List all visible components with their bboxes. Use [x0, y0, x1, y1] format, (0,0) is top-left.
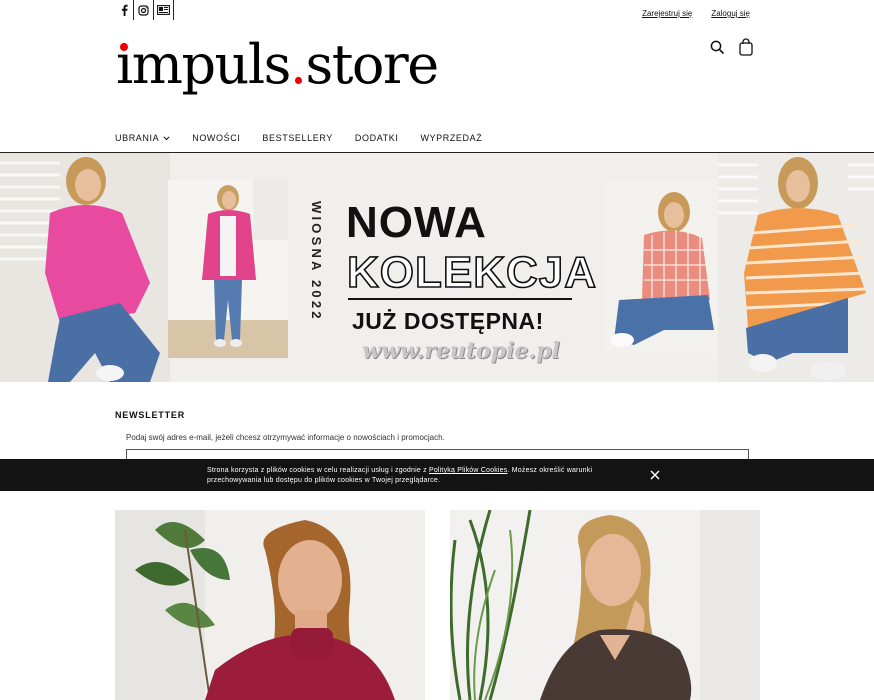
hero-banner[interactable]: WIOSNA 2022 NOWA KOLEKCJA JUŻ DOSTĘPNA! … — [0, 153, 874, 382]
chevron-down-icon — [163, 135, 170, 140]
search-icon[interactable] — [710, 40, 725, 60]
banner-photo-pink-jacket — [168, 180, 288, 358]
nav-item-bestsellery[interactable]: BESTSELLERY — [262, 133, 332, 143]
cookie-text-before: Strona korzysta z plików cookies w celu … — [207, 467, 429, 474]
account-links: Zarejestruj się Zaloguj się — [642, 9, 750, 18]
nav-item-wyprzedaz[interactable]: WYPRZEDAŻ — [420, 133, 482, 143]
newsletter-title: NEWSLETTER — [115, 410, 185, 420]
logo-text-impuls: impuls — [116, 33, 291, 96]
banner-photo-pink-sweater — [0, 153, 170, 382]
nav-item-dodatki[interactable]: DODATKI — [355, 133, 399, 143]
nav-item-ubrania[interactable]: UBRANIA — [115, 133, 170, 143]
cookie-policy-link[interactable]: Polityką Plików Cookies — [429, 467, 508, 474]
product-image — [450, 510, 760, 700]
nav-label-ubrania: UBRANIA — [115, 133, 160, 143]
social-links — [114, 0, 174, 20]
header-actions — [710, 38, 753, 61]
cookie-bar: Strona korzysta z plików cookies w celu … — [0, 459, 874, 491]
close-icon[interactable] — [648, 468, 662, 482]
register-link[interactable]: Zarejestruj się — [642, 9, 692, 18]
product-card-brown-blouse[interactable] — [450, 510, 760, 700]
cart-icon[interactable] — [739, 38, 753, 61]
logo-dot: . — [289, 33, 307, 96]
banner-headline-kolekcja: KOLEKCJA — [346, 247, 598, 298]
nav-item-nowosci[interactable]: NOWOŚCI — [192, 133, 240, 143]
banner-watermark-url: www.reutopie.pl — [362, 338, 560, 364]
banner-divider — [348, 298, 572, 300]
facebook-icon[interactable] — [114, 0, 134, 20]
instagram-icon[interactable] — [134, 0, 154, 20]
login-link[interactable]: Zaloguj się — [711, 9, 750, 18]
banner-headline-nowa: NOWA — [346, 198, 487, 247]
logo-text-store: store — [305, 33, 439, 96]
cookie-text: Strona korzysta z plików cookies w celu … — [207, 466, 627, 486]
newsletter-description: Podaj swój adres e-mail, jeżeli chcesz o… — [126, 433, 445, 442]
product-image — [115, 510, 425, 700]
product-card-burgundy-top[interactable] — [115, 510, 425, 700]
banner-photo-striped-sweater — [718, 153, 874, 382]
site-logo[interactable]: impuls.store — [116, 38, 439, 92]
banner-season: WIOSNA 2022 — [309, 201, 324, 322]
newspaper-icon[interactable] — [154, 0, 174, 20]
banner-photo-plaid-shirt — [604, 180, 722, 358]
banner-subheadline: JUŻ DOSTĘPNA! — [352, 308, 544, 334]
main-nav: UBRANIA NOWOŚCI BESTSELLERY DODATKI WYPR… — [115, 133, 482, 143]
logo-red-dot — [120, 43, 128, 51]
